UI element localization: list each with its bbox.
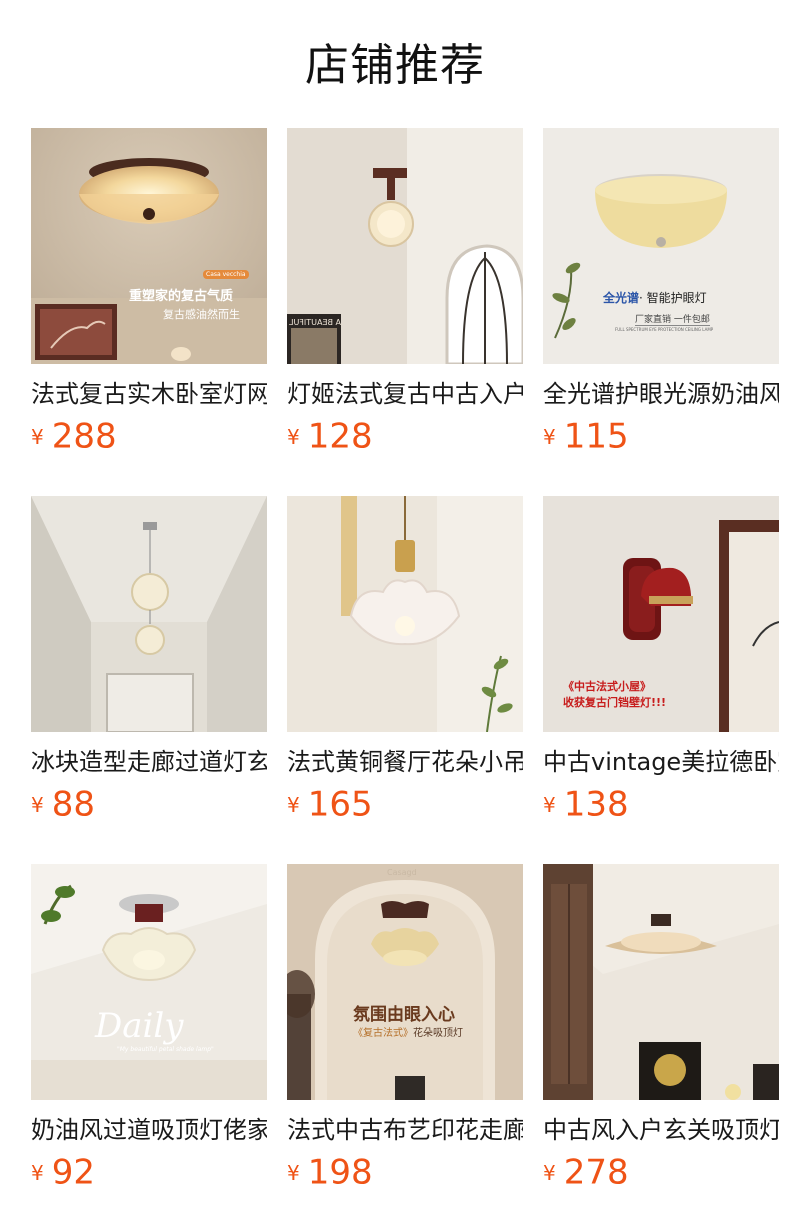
overlay-subline-rest: 花朵吸顶灯 <box>413 1028 463 1039</box>
overlay-subline: 收获复古门铛壁灯!!! <box>563 696 667 709</box>
product-card[interactable]: Casa vecchia 重塑家的复古气质 复古感油然而生 法式复古实木卧室灯网… <box>31 128 267 457</box>
product-image[interactable]: Casa vecchia 重塑家的复古气质 复古感油然而生 <box>31 128 267 364</box>
product-name[interactable]: 法式复古实木卧室灯网红 <box>31 376 267 412</box>
product-image[interactable]: Daily "My beautiful petal shade lamp" <box>31 864 267 1100</box>
product-price: ¥138 <box>543 784 779 825</box>
currency-symbol: ¥ <box>31 1160 44 1185</box>
price-amount: 288 <box>51 416 117 457</box>
overlay-headline: 重塑家的复古气质 <box>129 289 234 304</box>
price-amount: 198 <box>307 1152 373 1193</box>
currency-symbol: ¥ <box>543 1160 556 1185</box>
overlay-subline: 复古感油然而生 <box>163 308 240 321</box>
currency-symbol: ¥ <box>543 424 556 449</box>
overlay-headline-accent: 全光谱 <box>603 291 640 305</box>
product-name[interactable]: 法式中古布艺印花走廊灯 <box>287 1112 523 1148</box>
product-card[interactable]: 氛围由眼入心 《复古法式》花朵吸顶灯 Casagd 法式中古布艺印花走廊灯 ¥1… <box>287 864 523 1193</box>
currency-symbol: ¥ <box>31 792 44 817</box>
overlay-headline: 《中古法式小屋》 <box>563 680 651 693</box>
price-amount: 128 <box>307 416 373 457</box>
price-amount: 115 <box>563 416 629 457</box>
product-image[interactable]: 《中古法式小屋》 收获复古门铛壁灯!!! <box>543 496 779 732</box>
product-name[interactable]: 冰块造型走廊过道灯玄关 <box>31 744 267 780</box>
currency-symbol: ¥ <box>543 792 556 817</box>
product-card[interactable]: Daily "My beautiful petal shade lamp" 奶油… <box>31 864 267 1193</box>
product-card[interactable]: A BEAUTIFUL 灯姬法式复古中古入户灯 ¥128 <box>287 128 523 457</box>
product-card[interactable]: 《中古法式小屋》 收获复古门铛壁灯!!! 中古vintage美拉德卧室壁灯 ¥1… <box>543 496 779 825</box>
product-card[interactable]: 中古风入户玄关吸顶灯具 ¥278 <box>543 864 779 1193</box>
product-price: ¥88 <box>31 784 267 825</box>
product-name[interactable]: 全光谱护眼光源奶油风灯 <box>543 376 779 412</box>
product-image[interactable] <box>543 864 779 1100</box>
product-image[interactable] <box>287 496 523 732</box>
overlay-tag: 《复古法式》 <box>353 1028 413 1039</box>
product-price: ¥92 <box>31 1152 267 1193</box>
price-amount: 278 <box>563 1152 629 1193</box>
currency-symbol: ¥ <box>287 1160 300 1185</box>
currency-symbol: ¥ <box>31 424 44 449</box>
currency-symbol: ¥ <box>287 792 300 817</box>
product-price: ¥198 <box>287 1152 523 1193</box>
overlay-headline: 全光谱· 智能护眼灯 <box>603 289 707 306</box>
product-image[interactable]: 全光谱· 智能护眼灯 厂家直销 一件包邮 FULL SPECTRUM EYE P… <box>543 128 779 364</box>
product-image[interactable] <box>31 496 267 732</box>
product-name[interactable]: 灯姬法式复古中古入户灯 <box>287 376 523 412</box>
page-title: 店铺推荐 <box>305 40 485 91</box>
watermark: Casagd <box>387 868 417 877</box>
overlay-fineprint: FULL SPECTRUM EYE PROTECTION CEILING LAM… <box>615 327 714 332</box>
overlay-caption: "My beautiful petal shade lamp" <box>117 1046 214 1053</box>
currency-symbol: ¥ <box>287 424 300 449</box>
product-image[interactable]: A BEAUTIFUL <box>287 128 523 364</box>
overlay-headline: 氛围由眼入心 <box>353 1005 455 1025</box>
product-price: ¥115 <box>543 416 779 457</box>
product-price: ¥288 <box>31 416 267 457</box>
price-amount: 88 <box>51 784 95 825</box>
product-card[interactable]: 法式黄铜餐厅花朵小吊灯 ¥165 <box>287 496 523 825</box>
product-price: ¥165 <box>287 784 523 825</box>
price-amount: 165 <box>307 784 373 825</box>
product-image[interactable]: 氛围由眼入心 《复古法式》花朵吸顶灯 Casagd <box>287 864 523 1100</box>
product-name[interactable]: 法式黄铜餐厅花朵小吊灯 <box>287 744 523 780</box>
product-name[interactable]: 中古vintage美拉德卧室壁灯 <box>543 744 779 780</box>
overlay-tag: Casa vecchia <box>203 270 249 279</box>
product-card[interactable]: 冰块造型走廊过道灯玄关 ¥88 <box>31 496 267 825</box>
product-price: ¥128 <box>287 416 523 457</box>
overlay-script: Daily <box>95 1006 184 1046</box>
overlay-subline: 《复古法式》花朵吸顶灯 <box>353 1024 463 1039</box>
price-amount: 138 <box>563 784 629 825</box>
product-name[interactable]: 中古风入户玄关吸顶灯具 <box>543 1112 779 1148</box>
product-name[interactable]: 奶油风过道吸顶灯佬家 <box>31 1112 267 1148</box>
overlay-headline-rest: · 智能护眼灯 <box>639 291 707 305</box>
overlay-subline: 厂家直销 一件包邮 <box>635 312 710 326</box>
overlay-sign: A BEAUTIFUL <box>289 318 342 327</box>
price-amount: 92 <box>51 1152 95 1193</box>
product-price: ¥278 <box>543 1152 779 1193</box>
product-card[interactable]: 全光谱· 智能护眼灯 厂家直销 一件包邮 FULL SPECTRUM EYE P… <box>543 128 779 457</box>
